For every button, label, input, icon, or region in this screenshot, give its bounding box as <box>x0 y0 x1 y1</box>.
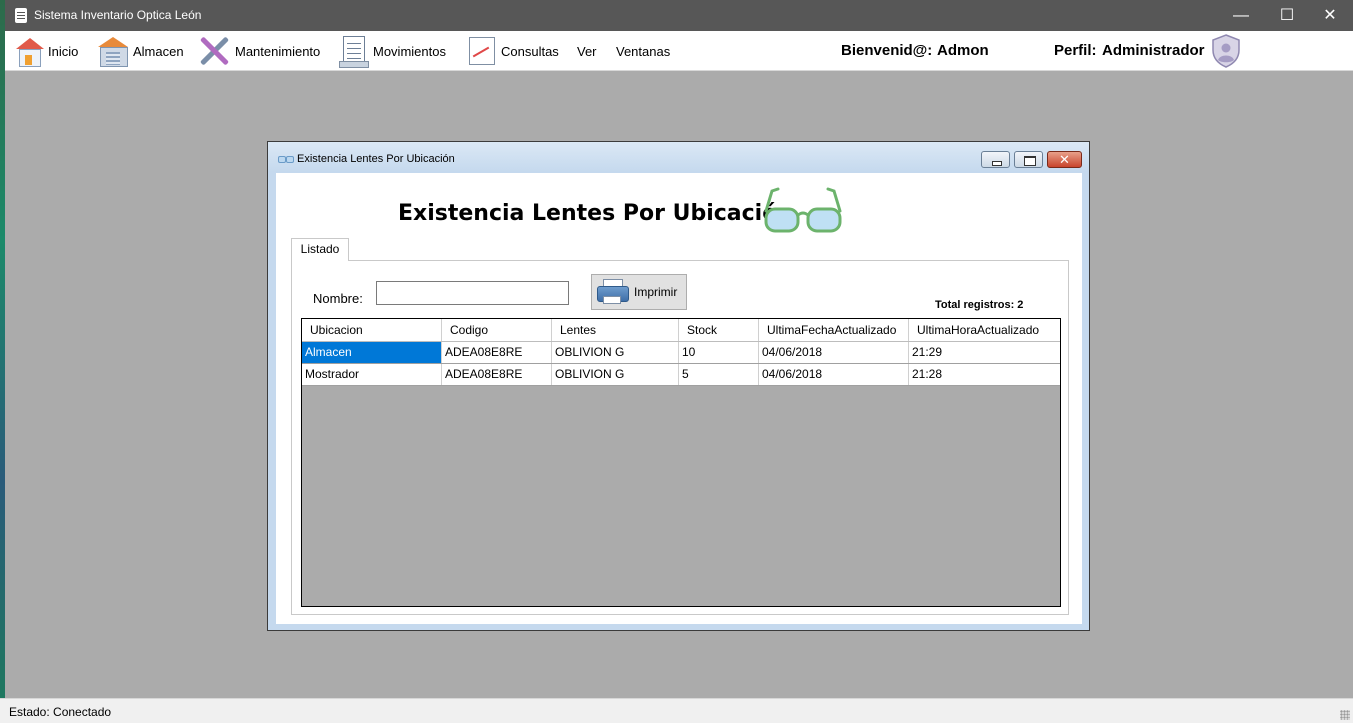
clipboard-icon <box>15 8 27 23</box>
table-cell[interactable]: 5 <box>679 364 759 385</box>
welcome-user: Admon <box>937 42 989 59</box>
table-cell[interactable]: 04/06/2018 <box>759 364 909 385</box>
data-grid[interactable]: Ubicacion Codigo Lentes Stock UltimaFech… <box>301 318 1061 607</box>
menu-bar: Inicio Almacen Mantenimiento Movimientos… <box>5 31 1353 71</box>
table-cell[interactable]: ADEA08E8RE <box>442 364 552 385</box>
table-cell[interactable]: 21:29 <box>909 342 1060 363</box>
table-cell[interactable]: OBLIVION G <box>552 342 679 363</box>
print-button-label: Imprimir <box>634 285 678 299</box>
profile-value: Administrador <box>1102 42 1205 59</box>
column-header[interactable]: Codigo <box>442 319 552 341</box>
tab-page-listado: Nombre: Imprimir Total registros: 2 Ubic… <box>291 260 1069 615</box>
close-button[interactable]: ✕ <box>1307 0 1353 31</box>
child-window: Existencia Lentes Por Ubicación ✕ Existe… <box>267 141 1090 631</box>
child-close-button[interactable]: ✕ <box>1047 151 1082 168</box>
column-header[interactable]: Stock <box>679 319 759 341</box>
child-titlebar: Existencia Lentes Por Ubicación ✕ <box>268 142 1089 172</box>
chart-icon <box>467 35 497 67</box>
tab-listado[interactable]: Listado <box>291 238 349 261</box>
menu-item-consultas[interactable]: Consultas <box>467 34 559 68</box>
table-cell[interactable]: Almacen <box>302 342 442 363</box>
print-button[interactable]: Imprimir <box>591 274 687 310</box>
maximize-button[interactable]: ☐ <box>1264 0 1310 31</box>
resize-grip[interactable] <box>1340 710 1350 720</box>
child-minimize-button[interactable] <box>981 151 1010 168</box>
status-text: Estado: Conectado <box>9 705 112 719</box>
menu-item-movimientos[interactable]: Movimientos <box>339 34 446 68</box>
warehouse-icon <box>97 36 129 67</box>
child-window-title: Existencia Lentes Por Ubicación <box>297 153 455 165</box>
table-cell[interactable]: OBLIVION G <box>552 364 679 385</box>
app-title: Sistema Inventario Optica León <box>34 8 202 22</box>
menu-item-label: Mantenimiento <box>235 43 321 59</box>
menu-item-ventanas[interactable]: Ventanas <box>616 34 670 68</box>
nombre-label: Nombre: <box>313 291 363 306</box>
tools-icon <box>197 35 231 67</box>
menu-item-label: Inicio <box>48 43 79 59</box>
total-records: Total registros: 2 <box>935 299 1024 311</box>
printer-icon <box>596 279 629 305</box>
shield-user-icon <box>1212 34 1240 68</box>
grid-header: Ubicacion Codigo Lentes Stock UltimaFech… <box>302 319 1060 342</box>
menu-item-label: Movimientos <box>373 43 446 59</box>
table-cell[interactable]: Mostrador <box>302 364 442 385</box>
table-cell[interactable]: 10 <box>679 342 759 363</box>
home-icon <box>14 36 44 67</box>
menu-item-label: Ventanas <box>616 43 671 59</box>
table-cell[interactable]: 04/06/2018 <box>759 342 909 363</box>
child-restore-button[interactable] <box>1014 151 1043 168</box>
glasses-icon <box>764 187 842 233</box>
menu-item-almacen[interactable]: Almacen <box>97 34 184 68</box>
glasses-icon <box>278 156 294 163</box>
form-heading: Existencia Lentes Por Ubicación <box>398 201 793 226</box>
menu-item-label: Almacen <box>133 43 184 59</box>
status-bar: Estado: Conectado <box>0 698 1353 723</box>
column-header[interactable]: Ubicacion <box>302 319 442 341</box>
menu-item-label: Ver <box>577 43 597 59</box>
table-cell[interactable]: 21:28 <box>909 364 1060 385</box>
menu-item-inicio[interactable]: Inicio <box>14 34 78 68</box>
profile-label: Perfil: <box>1054 42 1097 59</box>
minimize-button[interactable]: — <box>1218 0 1264 31</box>
column-header[interactable]: Lentes <box>552 319 679 341</box>
column-header[interactable]: UltimaFechaActualizado <box>759 319 909 341</box>
nombre-input[interactable] <box>376 281 569 305</box>
app-titlebar: Sistema Inventario Optica León — ☐ ✕ <box>5 0 1353 31</box>
table-row[interactable]: Almacen ADEA08E8RE OBLIVION G 10 04/06/2… <box>302 342 1060 364</box>
column-header[interactable]: UltimaHoraActualizado <box>909 319 1060 341</box>
table-row[interactable]: Mostrador ADEA08E8RE OBLIVION G 5 04/06/… <box>302 364 1060 386</box>
menu-item-mantenimiento[interactable]: Mantenimiento <box>197 34 320 68</box>
document-icon <box>339 35 369 68</box>
menu-item-ver[interactable]: Ver <box>577 34 597 68</box>
table-cell[interactable]: ADEA08E8RE <box>442 342 552 363</box>
form-client-area: Existencia Lentes Por Ubicación Listado … <box>276 173 1082 624</box>
welcome-label: Bienvenid@: <box>841 42 933 59</box>
menu-item-label: Consultas <box>501 43 559 59</box>
